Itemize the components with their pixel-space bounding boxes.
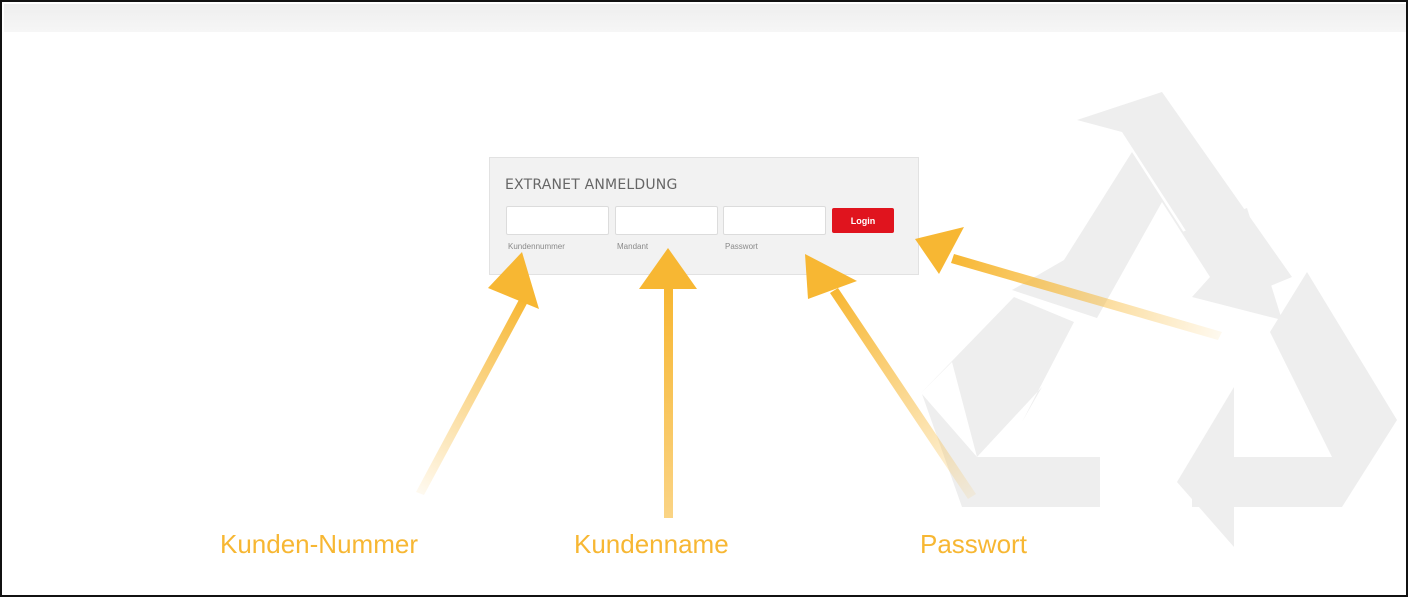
arrow-up-icon bbox=[805, 254, 976, 499]
annotation-customer-name: Kundenname bbox=[574, 529, 729, 559]
annotation-customer-number: Kunden-Nummer bbox=[220, 529, 418, 559]
arrow-left-icon bbox=[915, 227, 1222, 340]
arrow-up-icon bbox=[416, 252, 539, 495]
arrow-up-icon bbox=[639, 248, 697, 518]
screenshot-frame: EXTRANET ANMELDUNG Kundennummer Mandant … bbox=[0, 0, 1408, 597]
annotation-arrows bbox=[416, 227, 1222, 518]
annotation-password: Passwort bbox=[920, 529, 1027, 559]
